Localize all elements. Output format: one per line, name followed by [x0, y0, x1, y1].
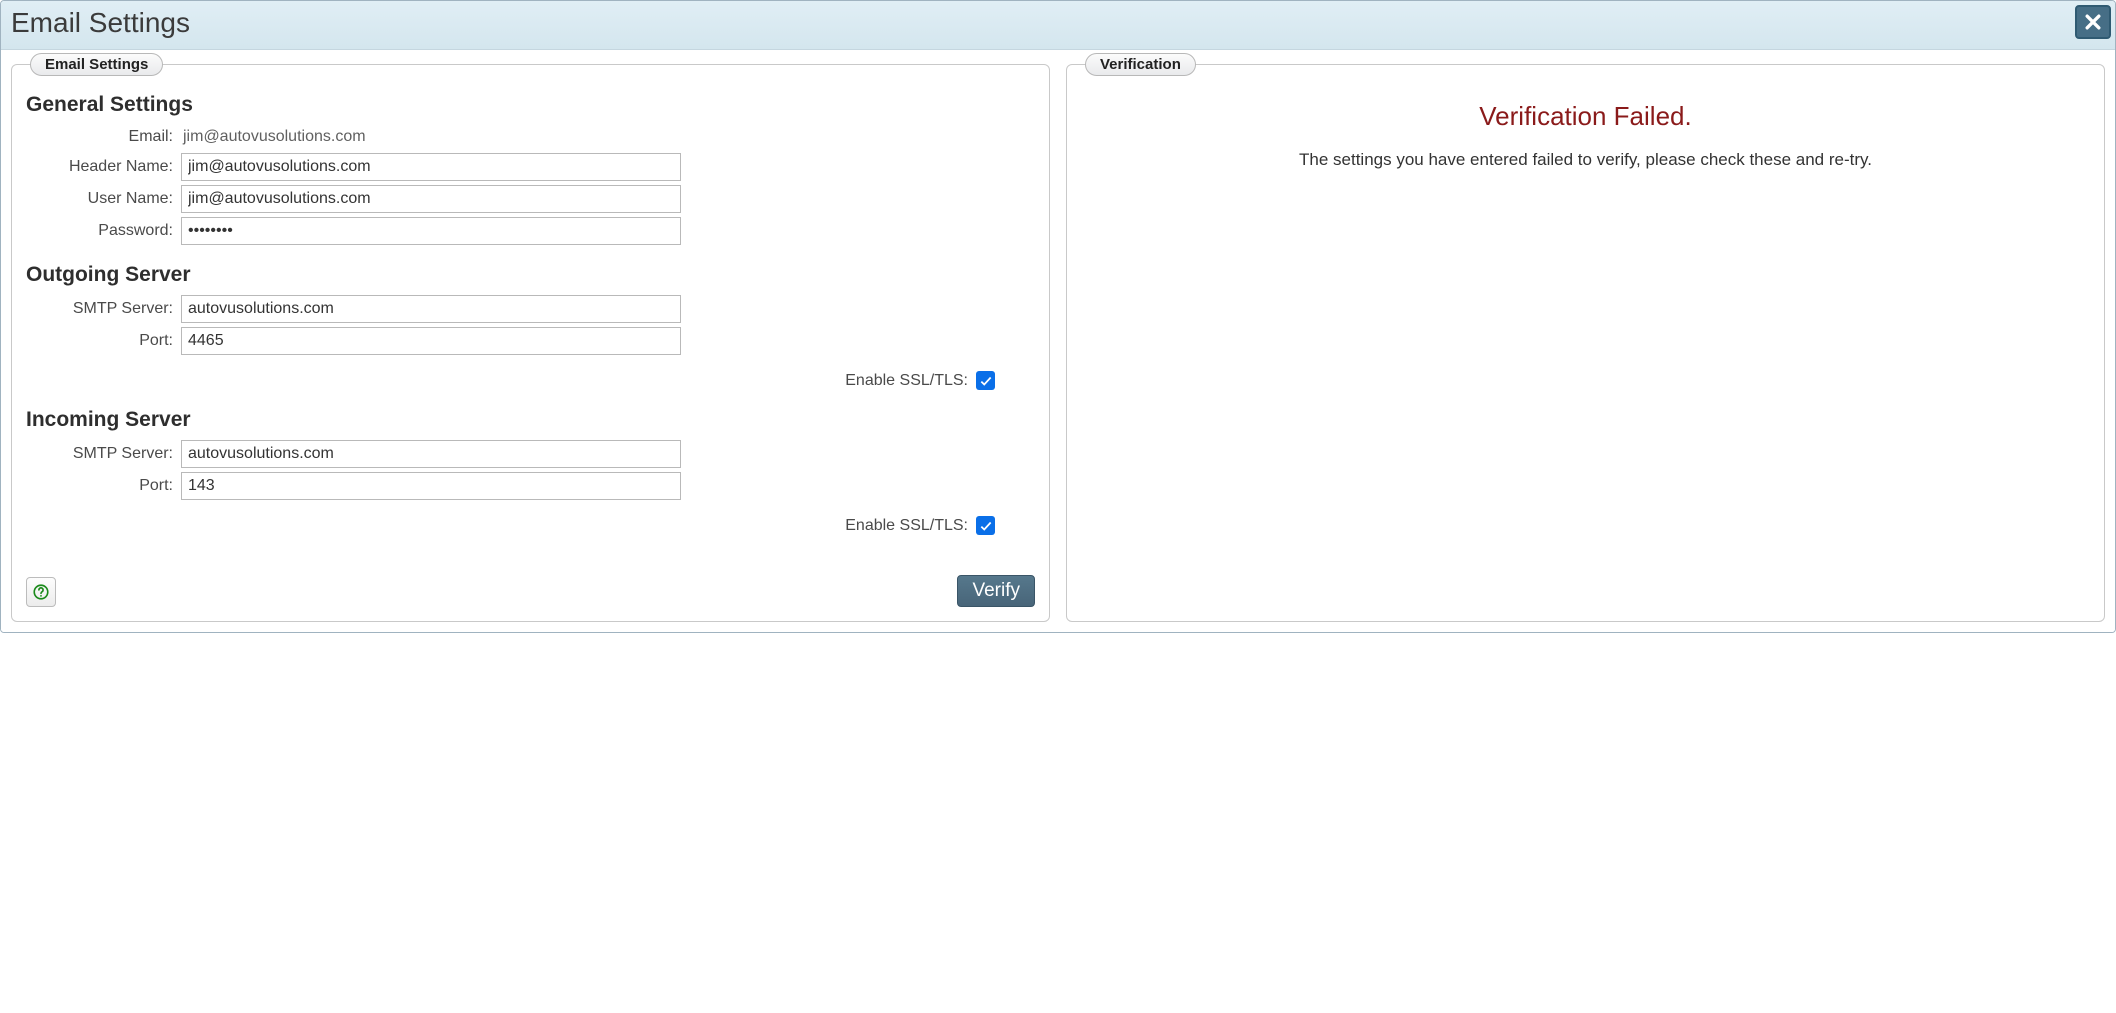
outgoing-server-row: SMTP Server:: [26, 295, 1035, 323]
verification-legend: Verification: [1085, 53, 1196, 76]
incoming-server-heading: Incoming Server: [26, 408, 1035, 432]
password-label: Password:: [26, 222, 181, 240]
check-icon: [979, 374, 993, 388]
verification-panel: Verification Verification Failed. The se…: [1066, 64, 2105, 622]
email-row: Email: jim@autovusolutions.com: [26, 125, 1035, 149]
user-name-row: User Name:: [26, 185, 1035, 213]
password-input[interactable]: [181, 217, 681, 245]
incoming-ssl-row: Enable SSL/TLS:: [26, 516, 995, 535]
email-settings-dialog: Email Settings Email Settings General Se…: [0, 0, 2116, 633]
incoming-server-label: SMTP Server:: [26, 445, 181, 463]
help-button[interactable]: [26, 577, 56, 607]
close-button[interactable]: [2075, 5, 2111, 39]
incoming-server-row: SMTP Server:: [26, 440, 1035, 468]
outgoing-server-label: SMTP Server:: [26, 300, 181, 318]
outgoing-server-input[interactable]: [181, 295, 681, 323]
incoming-ssl-checkbox[interactable]: [976, 516, 995, 535]
email-settings-panel: Email Settings General Settings Email: j…: [11, 64, 1050, 622]
password-row: Password:: [26, 217, 1035, 245]
outgoing-ssl-checkbox[interactable]: [976, 371, 995, 390]
general-settings-heading: General Settings: [26, 93, 1035, 117]
dialog-title: Email Settings: [11, 7, 2105, 39]
user-name-input[interactable]: [181, 185, 681, 213]
header-name-label: Header Name:: [26, 158, 181, 176]
verify-button[interactable]: Verify: [957, 575, 1035, 607]
incoming-port-row: Port:: [26, 472, 1035, 500]
email-value: jim@autovusolutions.com: [181, 125, 368, 149]
header-name-input[interactable]: [181, 153, 681, 181]
close-icon: [2083, 12, 2103, 32]
incoming-port-input[interactable]: [181, 472, 681, 500]
verification-message: The settings you have entered failed to …: [1091, 150, 2080, 170]
incoming-server-input[interactable]: [181, 440, 681, 468]
verification-title: Verification Failed.: [1081, 101, 2090, 132]
email-settings-legend: Email Settings: [30, 53, 163, 76]
header-name-row: Header Name:: [26, 153, 1035, 181]
email-label: Email:: [26, 128, 181, 146]
outgoing-port-row: Port:: [26, 327, 1035, 355]
incoming-ssl-label: Enable SSL/TLS:: [845, 517, 968, 535]
incoming-port-label: Port:: [26, 477, 181, 495]
help-icon: [32, 583, 50, 601]
outgoing-ssl-label: Enable SSL/TLS:: [845, 372, 968, 390]
check-icon: [979, 519, 993, 533]
outgoing-port-label: Port:: [26, 332, 181, 350]
outgoing-server-heading: Outgoing Server: [26, 263, 1035, 287]
outgoing-port-input[interactable]: [181, 327, 681, 355]
titlebar: Email Settings: [1, 1, 2115, 50]
outgoing-ssl-row: Enable SSL/TLS:: [26, 371, 995, 390]
dialog-body: Email Settings General Settings Email: j…: [1, 50, 2115, 632]
panel-footer: Verify: [26, 575, 1035, 607]
user-name-label: User Name:: [26, 190, 181, 208]
